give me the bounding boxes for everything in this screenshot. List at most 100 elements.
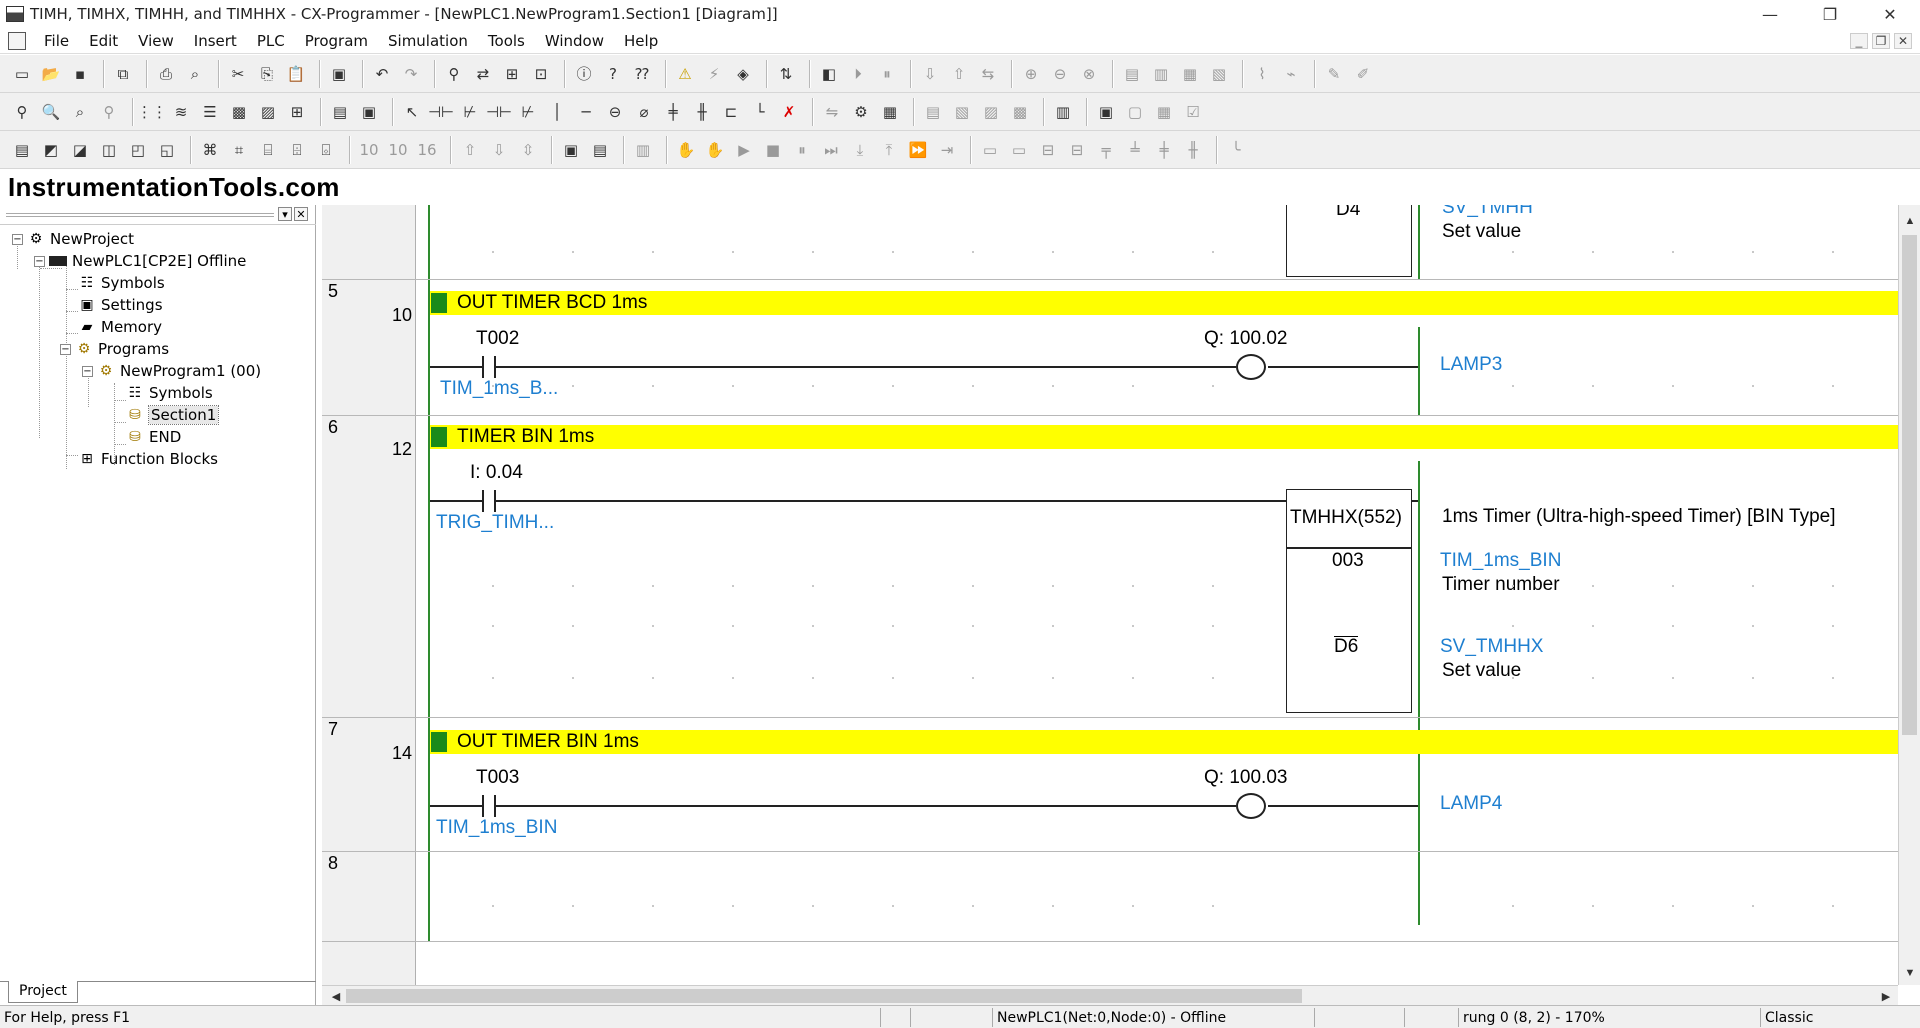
minimize-button[interactable]: — bbox=[1740, 0, 1800, 28]
menu-insert[interactable]: Insert bbox=[184, 32, 247, 50]
contact-or-nc-icon[interactable]: ⊬ bbox=[516, 100, 540, 124]
rung-comment[interactable]: OUT TIMER BIN 1ms bbox=[430, 730, 1898, 754]
display-16-icon[interactable]: 16 bbox=[415, 138, 439, 162]
ct-icon[interactable]: ▣ bbox=[357, 100, 381, 124]
error-log-icon[interactable]: ▩ bbox=[1008, 100, 1032, 124]
sim-stop-icon[interactable]: ■ bbox=[761, 138, 785, 162]
step-in-icon[interactable]: ⤓ bbox=[848, 138, 872, 162]
online-edit-rungs-icon[interactable]: ⇋ bbox=[820, 100, 844, 124]
collapse-icon[interactable]: − bbox=[34, 255, 45, 267]
tree-view-icon[interactable]: ⊞ bbox=[285, 100, 309, 124]
step-out-icon[interactable]: ⤒ bbox=[877, 138, 901, 162]
horizontal-line-icon[interactable]: ─ bbox=[574, 100, 598, 124]
st-icon[interactable]: ⌸ bbox=[256, 138, 280, 162]
monitor-diagram-icon[interactable]: ▨ bbox=[256, 100, 280, 124]
tree-item-project[interactable]: − ⚙ NewProject bbox=[12, 228, 134, 250]
rung-comment[interactable]: TIMER BIN 1ms bbox=[430, 425, 1898, 449]
menu-file[interactable]: File bbox=[34, 32, 79, 50]
change-value-icon[interactable]: ▧ bbox=[1207, 62, 1231, 86]
compile-icon[interactable]: ⚙ bbox=[849, 100, 873, 124]
breakpoint-clear-icon[interactable]: ✋ bbox=[703, 138, 727, 162]
vertical-line-icon[interactable]: │ bbox=[545, 100, 569, 124]
scroll-up-icon[interactable]: ▲ bbox=[1902, 213, 1918, 229]
view-ladder-icon[interactable]: ▤ bbox=[10, 138, 34, 162]
help-icon[interactable]: ? bbox=[601, 62, 625, 86]
tree-item-memory[interactable]: ▰ Memory bbox=[78, 316, 162, 338]
panel-close-icon[interactable]: ✕ bbox=[294, 207, 308, 221]
pause-icon[interactable]: ⏸ bbox=[875, 62, 899, 86]
force-off-icon[interactable]: ⊖ bbox=[1048, 62, 1072, 86]
panel-dropdown-icon[interactable]: ▾ bbox=[278, 207, 292, 221]
context-help-icon[interactable]: ⁇ bbox=[630, 62, 654, 86]
collapse-icon[interactable]: − bbox=[12, 233, 23, 245]
breakpoint-icon[interactable]: ✋ bbox=[674, 138, 698, 162]
view-graph-icon[interactable]: ◪ bbox=[68, 138, 92, 162]
run-mode-icon[interactable]: ⏵ bbox=[846, 62, 870, 86]
collapse-icon[interactable]: − bbox=[82, 365, 93, 377]
mdi-close-button[interactable]: ✕ bbox=[1894, 33, 1912, 49]
tree-item-program-symbols[interactable]: ☷ Symbols bbox=[126, 382, 213, 404]
tree-item-plc[interactable]: − NewPLC1[CP2E] Offline bbox=[34, 250, 246, 272]
replace-icon[interactable]: ⇄ bbox=[471, 62, 495, 86]
set-value-icon[interactable]: ▦ bbox=[1178, 62, 1202, 86]
contact-or-icon[interactable]: ⊣⊢ bbox=[486, 100, 512, 124]
tree-item-newprogram1[interactable]: − ⚙ NewProgram1 (00) bbox=[82, 360, 261, 382]
monitor-icon[interactable]: ◈ bbox=[731, 62, 755, 86]
document-icon[interactable] bbox=[8, 31, 26, 50]
watch-window-icon[interactable]: ▥ bbox=[1051, 100, 1075, 124]
show-comments-icon[interactable]: ≋ bbox=[169, 100, 193, 124]
warning-icon[interactable]: ⚠ bbox=[673, 62, 697, 86]
rung-comment[interactable]: OUT TIMER BCD 1ms bbox=[430, 291, 1898, 315]
menu-plc[interactable]: PLC bbox=[247, 32, 295, 50]
coil-icon[interactable]: ⊖ bbox=[603, 100, 627, 124]
instruction-icon[interactable]: ⊏ bbox=[719, 100, 743, 124]
tb3-i-icon[interactable]: ╰ bbox=[1224, 138, 1248, 162]
pt-contact-nc-icon[interactable]: ╫ bbox=[690, 100, 714, 124]
paste-icon[interactable]: 📋 bbox=[284, 62, 308, 86]
project-window-icon[interactable]: ▣ bbox=[1094, 100, 1118, 124]
undo-icon[interactable]: ↶ bbox=[370, 62, 394, 86]
differential-monitor-icon[interactable]: ⌇ bbox=[1250, 62, 1274, 86]
redo-icon[interactable]: ↷ bbox=[399, 62, 423, 86]
sim-run-icon[interactable]: ▶ bbox=[732, 138, 756, 162]
print-preview-icon[interactable]: ⌕ bbox=[183, 62, 207, 86]
symbol-sv-tmhh[interactable]: SV_TMHH bbox=[1442, 205, 1533, 219]
copy-icon[interactable]: ⎘ bbox=[255, 62, 279, 86]
step-run-icon[interactable]: ⏭ bbox=[819, 138, 843, 162]
select-icon[interactable]: ↖ bbox=[400, 100, 424, 124]
tb3-d-icon[interactable]: ⊟ bbox=[1065, 138, 1089, 162]
view-st-icon[interactable]: ◫ bbox=[97, 138, 121, 162]
tb3-e-icon[interactable]: ╤ bbox=[1094, 138, 1118, 162]
mdi-minimize-button[interactable]: _ bbox=[1850, 33, 1868, 49]
memory-view-icon[interactable]: ▨ bbox=[979, 100, 1003, 124]
online-edit-cancel-icon[interactable]: ✐ bbox=[1351, 62, 1375, 86]
view-sfc-icon[interactable]: ◰ bbox=[126, 138, 150, 162]
horizontal-scroll-thumb[interactable] bbox=[346, 989, 1302, 1003]
scroll-right-icon[interactable]: ▶ bbox=[1878, 988, 1894, 1004]
sim-online-icon[interactable]: ▣ bbox=[559, 138, 583, 162]
save-icon[interactable]: ▪ bbox=[68, 62, 92, 86]
close-button[interactable]: ✕ bbox=[1860, 0, 1920, 28]
io-table-icon[interactable]: ▤ bbox=[921, 100, 945, 124]
ladder-diagram[interactable]: D4 SV_TMHH Set value 5 10 OUT TIMER BCD … bbox=[322, 205, 1898, 985]
coil-nc-icon[interactable]: ⌀ bbox=[632, 100, 656, 124]
display-10-icon[interactable]: 10 bbox=[357, 138, 381, 162]
scan-run-icon[interactable]: ⇥ bbox=[935, 138, 959, 162]
address-ref-window-icon[interactable]: ▦ bbox=[1152, 100, 1176, 124]
transfer-compare-icon[interactable]: ⇳ bbox=[516, 138, 540, 162]
tree-item-settings[interactable]: ▣ Settings bbox=[78, 294, 162, 316]
zoom-fit-icon[interactable]: ⌕ bbox=[68, 100, 92, 124]
scroll-down-icon[interactable]: ▼ bbox=[1902, 965, 1918, 981]
vertical-scroll-thumb[interactable] bbox=[1902, 235, 1917, 735]
plc-setup-icon[interactable]: ▧ bbox=[950, 100, 974, 124]
show-bookmarks-icon[interactable]: ▩ bbox=[227, 100, 251, 124]
fb-icon[interactable]: ⌹ bbox=[285, 138, 309, 162]
force-cancel-icon[interactable]: ⊗ bbox=[1077, 62, 1101, 86]
properties-icon[interactable]: ☑ bbox=[1181, 100, 1205, 124]
coil-symbol[interactable]: LAMP3 bbox=[1440, 354, 1502, 376]
collapse-icon[interactable]: − bbox=[60, 343, 71, 355]
online-edit-icon[interactable]: ✎ bbox=[1322, 62, 1346, 86]
tb3-f-icon[interactable]: ╧ bbox=[1123, 138, 1147, 162]
contact-nc-icon[interactable]: ⊬ bbox=[458, 100, 482, 124]
transfer-from-plc-icon[interactable]: ⇩ bbox=[487, 138, 511, 162]
